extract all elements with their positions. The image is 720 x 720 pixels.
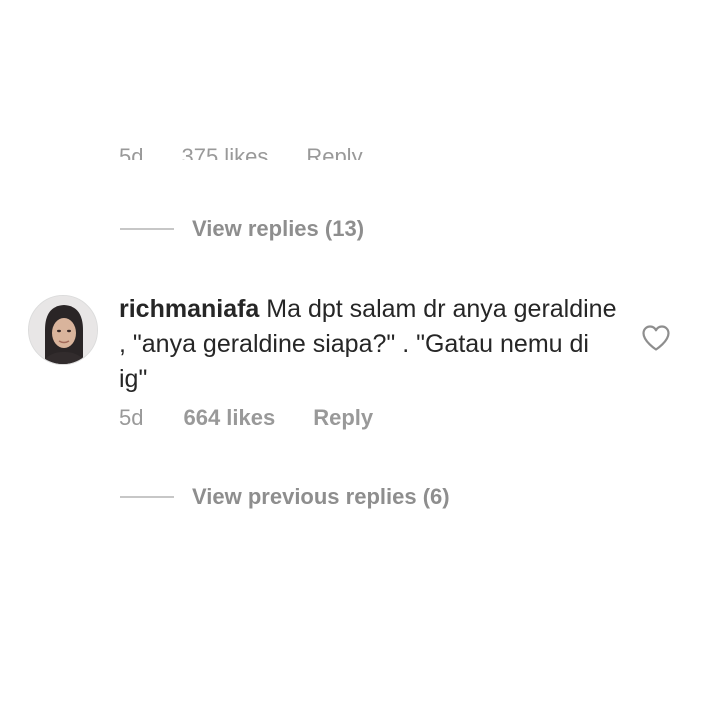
- previous-comment-reply-button[interactable]: Reply: [306, 144, 362, 160]
- view-replies-button[interactable]: View replies (13): [120, 216, 364, 242]
- comment-body: richmaniafa Ma dpt salam dr anya geraldi…: [119, 292, 619, 397]
- comment-time: 5d: [119, 405, 144, 430]
- avatar[interactable]: [28, 295, 98, 365]
- previous-comment-time: 5d: [119, 144, 144, 160]
- replies-divider-line: [120, 496, 174, 498]
- previous-comment-meta-row: 5d 375 likes Reply: [0, 138, 720, 160]
- previous-comment-likes[interactable]: 375 likes: [181, 144, 268, 160]
- view-replies-label: View replies (13): [192, 216, 365, 241]
- view-previous-replies-button[interactable]: View previous replies (6): [120, 484, 450, 510]
- comment-meta-row: 5d 664 likes Reply: [119, 405, 373, 431]
- comment-likes[interactable]: 664 likes: [183, 405, 275, 431]
- heart-outline-icon[interactable]: [641, 324, 671, 352]
- avatar-image: [29, 296, 97, 364]
- view-previous-replies-label: View previous replies (6): [192, 484, 450, 509]
- comment-reply-button[interactable]: Reply: [313, 405, 373, 431]
- comment-username[interactable]: richmaniafa: [119, 295, 259, 323]
- replies-divider-line: [120, 228, 174, 230]
